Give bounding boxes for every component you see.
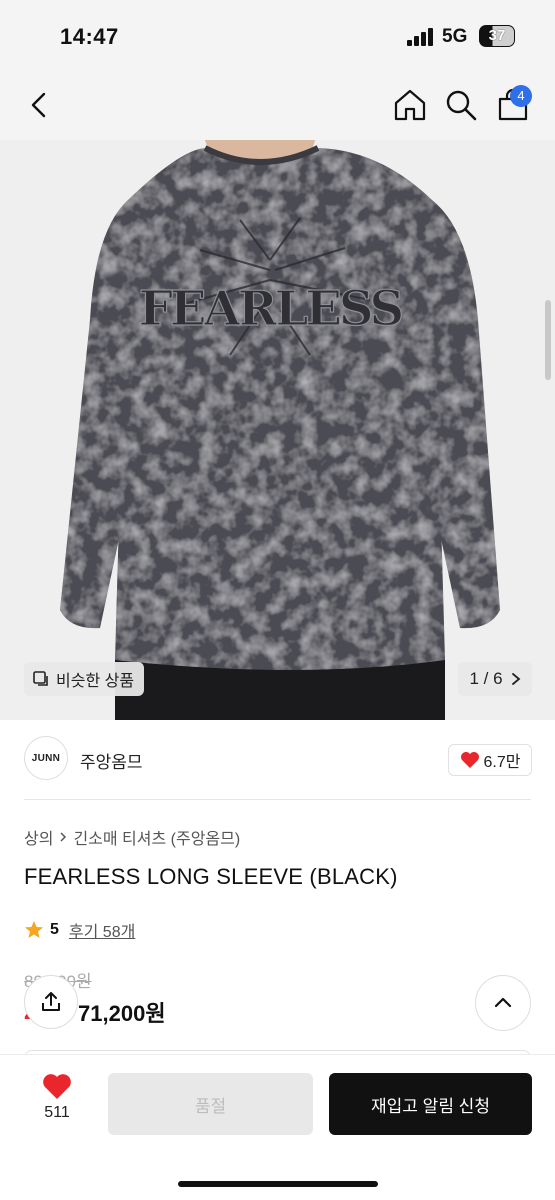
chevron-right-icon [60,832,67,842]
share-button[interactable] [24,975,78,1029]
chevron-up-icon [494,997,512,1008]
heart-icon [460,752,479,768]
sale-price: 71,200원 [78,1001,166,1026]
brand-logo[interactable]: JUNN [24,736,68,780]
restock-alert-button[interactable]: 재입고 알림 신청 [329,1073,532,1135]
product-title: FEARLESS LONG SLEEVE (BLACK) [24,864,398,889]
review-count-link[interactable]: 후기 58개 [69,918,135,942]
similar-products-label: 비슷한 상품 [56,673,135,690]
breadcrumb-item[interactable]: 상의 [24,825,53,849]
battery-icon: 37 [479,25,515,47]
scroll-indicator [545,300,551,380]
search-icon[interactable] [442,86,480,124]
status-bar: 14:47 5G 37 [0,0,555,70]
network-label: 5G [442,26,468,47]
nav-bar [0,70,555,140]
bottom-action-bar: 511 품절 재입고 알림 신청 [0,1054,555,1200]
chevron-right-icon [511,673,520,685]
status-time: 14:47 [60,24,119,49]
star-icon [25,921,43,938]
cart-badge: 4 [510,85,532,107]
brand-row[interactable]: JUNN 주앙옴므 6.7만 [0,720,555,800]
home-icon[interactable] [391,86,429,124]
wishlist-count: 511 [44,1104,70,1121]
battery-level: 37 [488,27,506,44]
home-indicator [178,1181,378,1187]
product-image-carousel[interactable]: FEARLESS 비슷한 상품 1 / 6 [0,140,555,720]
page-counter-text: 1 / 6 [469,669,503,688]
wishlist-button[interactable]: 511 [24,1073,90,1137]
image-page-counter[interactable]: 1 / 6 [458,662,532,696]
shirt-graphic-text: FEARLESS [139,281,402,337]
similar-products-button[interactable]: 비슷한 상품 [24,662,145,696]
rating-row: 5 후기 58개 [24,918,135,942]
share-icon [42,992,60,1011]
copy-icon [33,671,48,686]
scroll-top-button[interactable] [475,975,531,1031]
chevron-left-icon[interactable] [22,88,58,124]
signal-icon [407,28,435,46]
rating-score: 5 [50,921,59,938]
breadcrumb: 상의 긴소매 티셔츠 (주앙옴므) [24,825,240,849]
heart-icon [43,1074,71,1099]
product-photo: FEARLESS [0,140,555,720]
divider [24,799,531,800]
brand-like-count: 6.7만 [483,754,521,771]
brand-name[interactable]: 주앙옴므 [80,748,143,773]
soldout-button: 품절 [108,1073,313,1135]
brand-like-button[interactable]: 6.7만 [448,744,532,776]
breadcrumb-item[interactable]: 긴소매 티셔츠 (주앙옴므) [73,825,240,849]
